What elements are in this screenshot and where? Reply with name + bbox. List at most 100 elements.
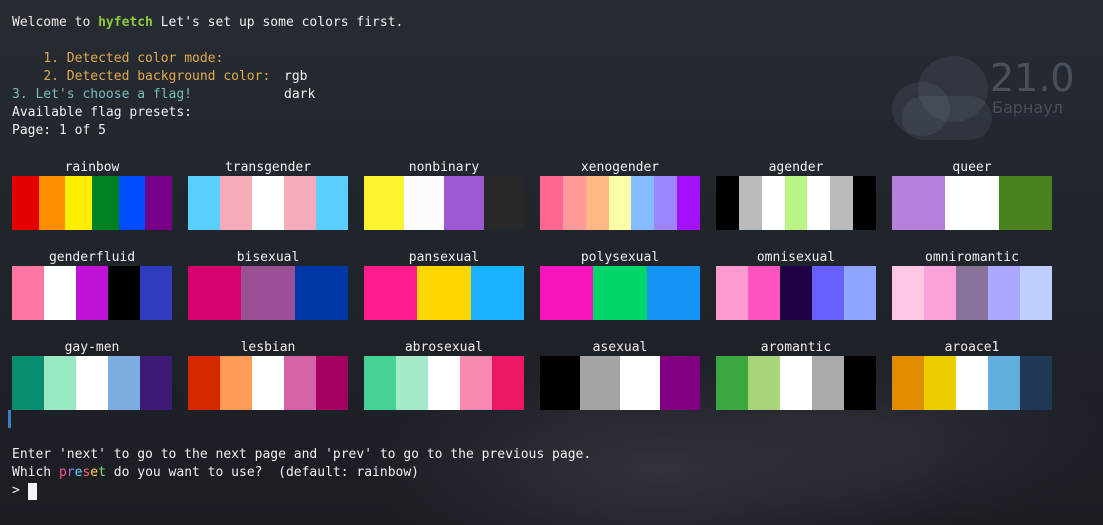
flag-stripe <box>1020 266 1052 320</box>
flag-stripe <box>76 266 108 320</box>
flag-stripe <box>492 356 524 410</box>
flag-stripes <box>892 356 1052 410</box>
input-prompt: > <box>12 483 20 498</box>
flag-preset-transgender[interactable]: transgender <box>188 160 348 230</box>
flag-stripes <box>12 356 172 410</box>
flag-stripe <box>220 356 252 410</box>
flag-stripe <box>562 176 586 230</box>
flag-name: transgender <box>224 160 312 175</box>
flag-stripe <box>593 266 647 320</box>
flag-stripe <box>784 176 808 230</box>
flag-name: abrosexual <box>404 340 484 355</box>
flag-stripe <box>12 176 39 230</box>
input-cursor[interactable] <box>28 483 37 500</box>
flag-stripe <box>470 266 524 320</box>
flag-preset-xenogender[interactable]: xenogender <box>540 160 701 230</box>
flag-preset-omniromantic[interactable]: omniromantic <box>892 250 1052 320</box>
flag-stripes <box>364 266 524 320</box>
flag-name: nonbinary <box>408 160 480 175</box>
flag-name: xenogender <box>580 160 660 175</box>
flag-preset-genderfluid[interactable]: genderfluid <box>12 250 172 320</box>
flag-stripe <box>540 176 563 230</box>
flag-stripes <box>716 266 876 320</box>
flag-stripe <box>844 266 876 320</box>
flag-stripe <box>364 266 418 320</box>
flag-stripes <box>188 266 348 320</box>
flag-stripe <box>92 176 119 230</box>
flag-name: genderfluid <box>48 250 136 265</box>
flag-name: polysexual <box>580 250 660 265</box>
flag-preset-asexual[interactable]: asexual <box>540 340 700 410</box>
flag-stripe <box>853 176 877 230</box>
weather-temperature: 21.0 <box>990 56 1075 100</box>
welcome-suffix: Let's set up some colors first. <box>152 15 404 30</box>
flag-stripes <box>364 176 524 230</box>
background-color-line: 2. Detected background color: dark <box>12 50 372 102</box>
flag-stripes <box>540 266 700 320</box>
flag-stripe <box>716 356 748 410</box>
flag-stripe <box>140 266 172 320</box>
flag-stripe <box>716 176 739 230</box>
page-indicator: Page: 1 of 5 <box>12 123 106 138</box>
flag-name: rainbow <box>64 160 120 175</box>
flag-preset-aromantic[interactable]: aromantic <box>716 340 876 410</box>
flag-name: omnisexual <box>756 250 836 265</box>
flag-stripe <box>780 266 812 320</box>
flag-stripe <box>580 356 620 410</box>
flag-stripe <box>924 356 956 410</box>
flag-stripe <box>284 176 316 230</box>
flag-stripe <box>1020 356 1052 410</box>
flag-stripe <box>988 266 1020 320</box>
flag-stripe <box>807 176 831 230</box>
flag-preset-omnisexual[interactable]: omnisexual <box>716 250 876 320</box>
flag-name: omniromantic <box>925 250 1019 265</box>
flag-stripe <box>646 266 700 320</box>
flag-stripe <box>44 356 76 410</box>
flag-stripes <box>892 266 1052 320</box>
flag-stripes <box>716 176 877 230</box>
flag-preset-pansexual[interactable]: pansexual <box>364 250 524 320</box>
flag-stripe <box>252 356 284 410</box>
flag-stripe <box>812 356 844 410</box>
flag-preset-lesbian[interactable]: lesbian <box>188 340 348 410</box>
welcome-line: Welcome to hyfetch Let's set up some col… <box>12 14 403 32</box>
flag-stripe <box>844 356 876 410</box>
flag-stripe <box>830 176 854 230</box>
flag-preset-gay-men[interactable]: gay-men <box>12 340 172 410</box>
preset-question: Which preset do you want to use? (defaul… <box>12 464 419 482</box>
flag-stripes <box>716 356 876 410</box>
flag-stripe <box>145 176 173 230</box>
flag-stripes <box>540 356 700 410</box>
flag-name: bisexual <box>236 250 300 265</box>
flag-stripes <box>364 356 524 410</box>
terminal-window[interactable]: 21.0 Барнаул Welcome to hyfetch Let's se… <box>0 0 1103 525</box>
flag-stripe <box>998 176 1052 230</box>
flag-stripe <box>404 176 444 230</box>
flag-preset-rainbow[interactable]: rainbow <box>12 160 173 230</box>
hyfetch-brand: hyfetch <box>98 15 153 30</box>
flag-preset-polysexual[interactable]: polysexual <box>540 250 700 320</box>
flag-stripe <box>294 266 348 320</box>
flag-stripe <box>780 356 812 410</box>
flag-name: queer <box>952 160 992 175</box>
flag-preset-agender[interactable]: agender <box>716 160 877 230</box>
flag-preset-nonbinary[interactable]: nonbinary <box>364 160 524 230</box>
weather-widget: 21.0 Барнаул <box>870 48 1095 148</box>
flag-preset-aroace1[interactable]: aroace1 <box>892 340 1052 410</box>
flag-name: gay-men <box>64 340 120 355</box>
flag-stripe <box>188 176 220 230</box>
flag-stripes <box>12 266 172 320</box>
flag-preset-queer[interactable]: queer <box>892 160 1052 230</box>
flag-stripe <box>364 356 396 410</box>
flag-stripe <box>748 356 780 410</box>
flag-preset-abrosexual[interactable]: abrosexual <box>364 340 524 410</box>
flag-stripe <box>316 176 348 230</box>
flag-stripe <box>540 356 580 410</box>
question-suffix: do you want to use? (default: rainbow) <box>105 465 420 480</box>
flag-preset-bisexual[interactable]: bisexual <box>188 250 348 320</box>
flag-stripe <box>108 356 140 410</box>
flag-stripe <box>585 176 609 230</box>
flag-stripe <box>812 266 844 320</box>
flag-stripe <box>364 176 404 230</box>
flag-stripe <box>540 266 594 320</box>
